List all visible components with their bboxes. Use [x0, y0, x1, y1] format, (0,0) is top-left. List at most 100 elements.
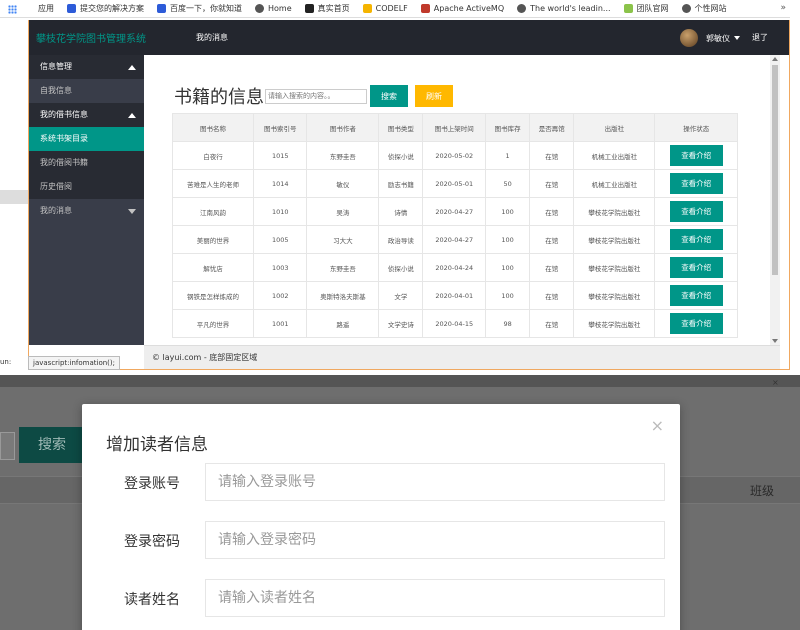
bookmark-item[interactable]: Home — [255, 4, 292, 13]
app-logo[interactable]: 攀枝花学院图书管理系统 — [36, 30, 166, 45]
main-content: 书籍的信息 搜索 刷新 图书名称图书索引号图书作者图书类型图书上架时间图书库存是… — [144, 55, 770, 345]
table-cell: 1001 — [253, 309, 308, 338]
bookmark-item[interactable]: 真实首页 — [304, 3, 350, 14]
bookmark-item[interactable]: CODELF — [362, 4, 408, 13]
sidebar-item[interactable]: 我的消息 — [28, 199, 144, 223]
table-cell: 励志书籍 — [378, 169, 424, 198]
table-cell: 2020-04-01 — [422, 281, 487, 310]
lower-search-button: 搜索 — [19, 427, 85, 463]
close-icon[interactable]: × — [651, 416, 664, 435]
bookmark-item[interactable]: 百度一下，你就知道 — [157, 3, 242, 14]
logout-link[interactable]: 退了 — [752, 32, 768, 43]
sidebar-item[interactable]: 我的借书信息 — [28, 103, 144, 127]
table-cell: 1 — [485, 141, 531, 170]
scroll-down-icon[interactable] — [772, 339, 778, 343]
bookmark-label: Apache ActiveMQ — [433, 4, 505, 13]
table-cell: 东野圭吾 — [306, 141, 380, 170]
paw-icon — [67, 4, 76, 13]
reader-name-input[interactable] — [205, 579, 665, 617]
view-intro-button[interactable]: 查看介绍 — [669, 257, 723, 278]
table-cell: 侦探小说 — [378, 253, 424, 282]
column-header: 图书作者 — [306, 113, 380, 142]
table-cell: 100 — [485, 197, 531, 226]
login-password-input[interactable] — [205, 521, 665, 559]
column-header: 图书上架时间 — [422, 113, 487, 142]
bookmark-item[interactable]: Apache ActiveMQ — [420, 4, 505, 13]
sidebar-item[interactable]: 系统书架目录 — [28, 127, 144, 151]
bookmarks-more-button[interactable]: » — [780, 3, 786, 13]
column-header: 操作状态 — [654, 113, 738, 142]
form-row: 登录账号 — [82, 463, 680, 503]
sidebar-item[interactable]: 历史借阅 — [28, 175, 144, 199]
leaf-icon — [623, 4, 633, 13]
table-cell: 100 — [485, 253, 531, 282]
view-intro-button[interactable]: 查看介绍 — [669, 285, 723, 306]
bookmark-label: Home — [268, 4, 292, 13]
column-header: 图书库存 — [485, 113, 531, 142]
app-header: 攀枝花学院图书管理系统 我的消息 郭敏仪 退了 — [28, 20, 790, 55]
sidebar-item-label: 系统书架目录 — [40, 134, 88, 143]
search-button[interactable]: 搜索 — [370, 85, 408, 107]
login-account-input[interactable] — [205, 463, 665, 501]
lower-search-input — [0, 432, 15, 460]
user-menu[interactable]: 郭敏仪 — [680, 29, 740, 47]
column-header: 图书名称 — [171, 113, 255, 142]
table-cell: 在馆 — [529, 281, 575, 310]
view-intro-button[interactable]: 查看介绍 — [669, 173, 723, 194]
bookmark-item[interactable]: 个性网站 — [681, 3, 727, 14]
add-reader-modal: 增加读者信息 × 登录账号登录密码读者姓名 — [82, 404, 680, 630]
chevron-up-icon — [128, 65, 136, 70]
top-nav-messages[interactable]: 我的消息 — [196, 32, 228, 43]
sidebar-item[interactable]: 自我信息 — [28, 79, 144, 103]
bookmark-item[interactable]: 应用 — [38, 3, 54, 14]
scroll-up-icon[interactable] — [772, 57, 778, 61]
bookmark-label: CODELF — [375, 4, 408, 13]
table-cell: 100 — [485, 225, 531, 254]
table-cell: 机械工业出版社 — [573, 169, 656, 198]
form-row: 读者姓名 — [82, 579, 680, 619]
bookmarks-bar: 应用 提交您的解决方案 百度一下，你就知道 Home 真实首页 CODELF Apache … — [0, 0, 790, 18]
table-row: 苦难是人生的老师 1014 敏仪 励志书籍 2020-05-01 50 在馆 机械工业出版社查… — [171, 169, 738, 198]
view-intro-button[interactable]: 查看介绍 — [669, 145, 723, 166]
table-cell: 攀枝花学院出版社 — [573, 309, 656, 338]
bookmark-item[interactable]: 提交您的解决方案 — [67, 3, 144, 14]
table-cell: 奥斯特洛夫斯基 — [306, 281, 380, 310]
table-cell: 2020-05-02 — [422, 141, 487, 170]
search-input[interactable] — [265, 88, 367, 104]
refresh-button[interactable]: 刷新 — [415, 85, 453, 107]
apps-grid-icon[interactable] — [8, 5, 17, 14]
footer: © layui.com - 底部固定区域 — [144, 345, 780, 369]
table-cell: 解忧店 — [171, 253, 255, 282]
sidebar-item[interactable]: 信息管理 — [28, 55, 144, 79]
view-intro-button[interactable]: 查看介绍 — [669, 201, 723, 222]
table-cell: 查看介绍 — [654, 281, 738, 310]
table-cell: 1014 — [253, 169, 308, 198]
bookmark-item[interactable]: The world's leadin... — [517, 4, 611, 13]
table-cell: 在馆 — [529, 309, 575, 338]
table-cell: 1015 — [253, 141, 308, 170]
view-intro-button[interactable]: 查看介绍 — [669, 313, 723, 334]
form-row: 登录密码 — [82, 521, 680, 561]
column-header: 是否再馆 — [529, 113, 575, 142]
table-cell: 2020-04-24 — [422, 253, 487, 282]
sidebar-item-label: 信息管理 — [40, 62, 72, 71]
bookmark-label: The world's leadin... — [530, 4, 611, 13]
table-cell: 敏仪 — [306, 169, 380, 198]
table-cell: 1005 — [253, 225, 308, 254]
table-cell: 白夜行 — [171, 141, 255, 170]
table-cell: 苦难是人生的老师 — [171, 169, 255, 198]
view-intro-button[interactable]: 查看介绍 — [669, 229, 723, 250]
table-cell: 查看介绍 — [654, 141, 738, 170]
lower-close-icon[interactable]: × — [772, 378, 779, 387]
sidebar-item[interactable]: 我的借阅书籍 — [28, 151, 144, 175]
table-cell: 钢铁是怎样炼成的 — [171, 281, 255, 310]
vertical-scrollbar[interactable] — [770, 55, 780, 345]
column-header: 图书索引号 — [253, 113, 308, 142]
scrollbar-thumb[interactable] — [772, 65, 778, 275]
table-cell: 攀枝花学院出版社 — [573, 225, 656, 254]
table-cell: 2020-04-15 — [422, 309, 487, 338]
bookmark-item[interactable]: 团队官网 — [623, 3, 669, 14]
lower-window-bar — [0, 375, 800, 387]
table-cell: 1010 — [253, 197, 308, 226]
table-cell: 文学 — [378, 281, 424, 310]
